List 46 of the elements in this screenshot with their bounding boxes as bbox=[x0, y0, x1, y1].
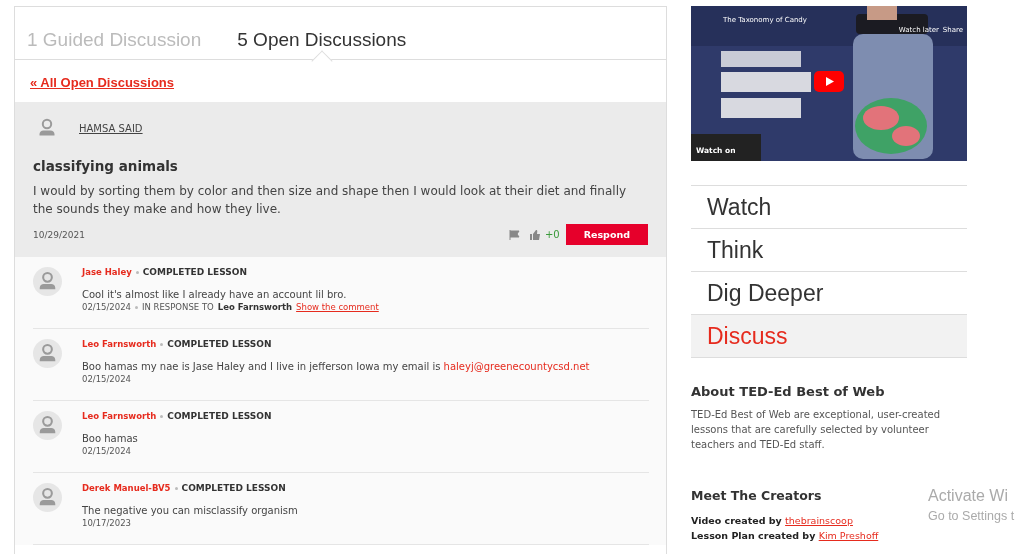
lesson-nav-item[interactable]: Discuss bbox=[691, 315, 967, 358]
show-comment-link[interactable]: Show the comment bbox=[296, 302, 379, 312]
creator-link[interactable]: thebrainscoop bbox=[785, 515, 853, 526]
creator-credit: Video created by thebrainscoop bbox=[691, 514, 853, 528]
comment-text: Cool it's almost like I already have an account lil bro. bbox=[82, 289, 348, 300]
vote-count: +0 bbox=[544, 229, 560, 240]
post-author[interactable]: HAMSA SAID bbox=[79, 122, 143, 134]
comment-author[interactable]: Leo Farnsworth bbox=[82, 339, 157, 349]
response-author: Leo Farnsworth bbox=[217, 302, 293, 312]
comment-text: Boo hamas bbox=[82, 433, 139, 444]
flag-icon[interactable] bbox=[508, 228, 521, 241]
thumbs-up-icon[interactable] bbox=[528, 228, 541, 241]
lesson-nav-item[interactable]: Watch bbox=[691, 186, 967, 229]
about-heading: About TED-Ed Best of Web bbox=[691, 384, 886, 399]
comment-date: 10/17/2023 bbox=[82, 518, 131, 528]
comment-text: The negative you can misclassify organism bbox=[82, 505, 298, 516]
lesson-nav-item[interactable]: Think bbox=[691, 229, 967, 272]
creators-heading: Meet The Creators bbox=[691, 488, 822, 503]
comment-author[interactable]: Derek Manuel-BV5 bbox=[82, 483, 171, 493]
response-label: IN RESPONSE TO bbox=[142, 302, 214, 312]
creator-credit: Lesson Plan created by Kim Preshoff bbox=[691, 529, 879, 543]
completion-label: COMPLETED LESSON bbox=[181, 483, 286, 493]
email-link[interactable]: haleyj@greenecountycsd.net bbox=[443, 361, 590, 372]
user-icon bbox=[33, 483, 62, 512]
post-title: classifying animals bbox=[33, 158, 179, 174]
play-icon[interactable] bbox=[814, 71, 844, 92]
user-icon bbox=[33, 339, 62, 368]
about-text: TED-Ed Best of Web are exceptional, user-created lessons that are carefully selected by volunteer teachers and TED-Ed staff. bbox=[691, 408, 942, 452]
comment-text: Boo hamas my nae is Jase Haley and I live in jefferson Iowa my email is haleyj@greenecountycsd.net bbox=[82, 361, 590, 372]
activation-title: Activate Wi bbox=[928, 487, 1009, 505]
comment-author[interactable]: Leo Farnsworth bbox=[82, 411, 157, 421]
post-body: I would by sorting them by color and then size and shape then I would look at their diet and finally the sounds they make and how they live. bbox=[33, 183, 628, 218]
creator-link[interactable]: Kim Preshoff bbox=[818, 530, 879, 541]
completion-label: COMPLETED LESSON bbox=[142, 267, 247, 277]
activation-text: Go to Settings t bbox=[928, 509, 1015, 523]
user-icon bbox=[33, 267, 62, 296]
completion-label: COMPLETED LESSON bbox=[167, 411, 272, 421]
completion-label: COMPLETED LESSON bbox=[167, 339, 272, 349]
comment-date: 02/15/2024 bbox=[82, 374, 131, 384]
respond-button[interactable]: Respond bbox=[565, 224, 648, 245]
comment-author[interactable]: Jase Haley bbox=[82, 267, 132, 277]
comment-date: 02/15/2024 bbox=[82, 446, 131, 456]
post-date: 10/29/2021 bbox=[33, 229, 86, 240]
back-link[interactable]: « All Open Discussions bbox=[30, 75, 174, 90]
user-icon bbox=[33, 411, 62, 440]
comment-date: 02/15/2024 bbox=[82, 302, 131, 312]
